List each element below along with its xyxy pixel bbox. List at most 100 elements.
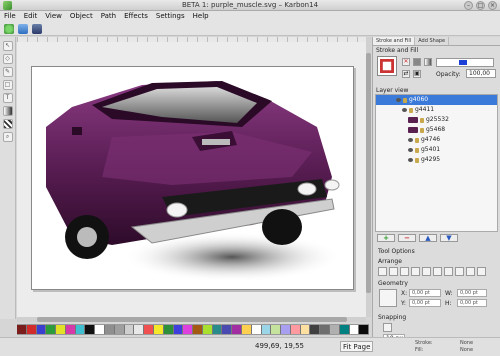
layer-item-g4295[interactable]: g4295 <box>376 155 497 165</box>
palette-swatch[interactable] <box>163 325 174 334</box>
align-top-icon[interactable] <box>411 267 420 276</box>
palette-swatch[interactable] <box>75 325 86 334</box>
palette-swatch[interactable] <box>349 325 360 334</box>
palette-swatch[interactable] <box>251 325 262 334</box>
palette-swatch[interactable] <box>310 325 321 334</box>
zoom-selector[interactable]: Fit Page <box>340 341 374 352</box>
new-document-icon[interactable] <box>4 24 14 34</box>
palette-swatch[interactable] <box>65 325 76 334</box>
vertical-scroll-thumb[interactable] <box>366 53 371 293</box>
lower-icon[interactable] <box>466 267 475 276</box>
horizontal-scrollbar[interactable] <box>17 317 366 322</box>
raise-layer-button[interactable]: ▲ <box>419 234 437 242</box>
lower-layer-button[interactable]: ▼ <box>440 234 458 242</box>
lock-icon[interactable] <box>415 147 419 153</box>
layer-item-g5468[interactable]: g5468 <box>376 125 497 135</box>
align-middle-icon[interactable] <box>422 267 431 276</box>
palette-swatch[interactable] <box>330 325 340 334</box>
minimize-button[interactable]: – <box>464 1 473 10</box>
anchor-selector[interactable] <box>379 289 397 307</box>
layer-item-g4411[interactable]: g4411 <box>376 105 497 115</box>
remove-layer-button[interactable]: − <box>398 234 416 242</box>
stroke-fill-preview[interactable] <box>377 56 397 76</box>
align-left-icon[interactable] <box>378 267 387 276</box>
menu-object[interactable]: Object <box>70 11 93 22</box>
opacity-input[interactable]: 100,00 <box>466 69 496 78</box>
y-field[interactable]: 0,00 pt <box>409 299 441 307</box>
palette-swatch[interactable] <box>56 325 66 334</box>
add-layer-button[interactable]: + <box>377 234 395 242</box>
palette-swatch[interactable] <box>281 325 291 334</box>
palette-swatch[interactable] <box>193 325 203 334</box>
horizontal-scroll-thumb[interactable] <box>37 317 347 322</box>
menu-view[interactable]: View <box>45 11 62 22</box>
no-fill-icon[interactable]: ✕ <box>402 58 410 66</box>
snap-toggle-icon[interactable] <box>383 323 392 332</box>
palette-swatch[interactable] <box>271 325 282 334</box>
lock-icon[interactable] <box>415 137 419 143</box>
palette-swatch[interactable] <box>95 325 106 334</box>
tab-stroke-and-fill[interactable]: Stroke and Fill <box>373 37 416 45</box>
menu-path[interactable]: Path <box>101 11 116 22</box>
pattern-tool-icon[interactable] <box>2 119 13 129</box>
solid-fill-icon[interactable] <box>413 58 421 66</box>
layer-item-g5401[interactable]: g5401 <box>376 145 497 155</box>
x-field[interactable]: 0,00 pt <box>409 289 441 297</box>
palette-swatch[interactable] <box>212 325 223 334</box>
open-folder-icon[interactable] <box>18 24 28 34</box>
palette-swatch[interactable] <box>36 325 47 334</box>
text-tool-icon[interactable]: T <box>2 93 13 103</box>
menu-settings[interactable]: Settings <box>156 11 185 22</box>
close-button[interactable]: × <box>488 1 497 10</box>
bring-to-front-icon[interactable] <box>444 267 453 276</box>
align-center-icon[interactable] <box>389 267 398 276</box>
lock-icon[interactable] <box>420 117 424 123</box>
layer-item-g4060[interactable]: g4060 <box>376 95 497 105</box>
send-to-back-icon[interactable] <box>477 267 486 276</box>
lock-icon[interactable] <box>420 127 424 133</box>
visibility-eye-icon[interactable] <box>396 98 401 102</box>
maximize-button[interactable]: □ <box>476 1 485 10</box>
gradient-fill-icon[interactable] <box>424 58 432 66</box>
palette-swatch[interactable] <box>114 325 125 334</box>
layer-item-g25532[interactable]: g25532 <box>376 115 497 125</box>
menu-effects[interactable]: Effects <box>124 11 148 22</box>
h-field[interactable]: 0,00 pt <box>457 299 487 307</box>
w-field[interactable]: 0,00 pt <box>457 289 487 297</box>
palette-swatch[interactable] <box>320 325 330 334</box>
palette-swatch[interactable] <box>339 325 350 334</box>
align-bottom-icon[interactable] <box>433 267 442 276</box>
palette-swatch[interactable] <box>173 325 184 334</box>
palette-swatch[interactable] <box>261 325 272 334</box>
palette-swatch[interactable] <box>85 325 96 334</box>
palette-swatch[interactable] <box>26 325 37 334</box>
vertical-scrollbar[interactable] <box>366 37 371 317</box>
menu-help[interactable]: Help <box>193 11 209 22</box>
palette-swatch[interactable] <box>222 325 233 334</box>
palette-swatch[interactable] <box>124 325 135 334</box>
menu-file[interactable]: File <box>4 11 16 22</box>
visibility-eye-icon[interactable] <box>408 158 413 162</box>
visibility-eye-icon[interactable] <box>408 138 413 142</box>
palette-swatch[interactable] <box>17 325 27 334</box>
node-edit-tool-icon[interactable]: ◇ <box>2 54 13 64</box>
palette-swatch[interactable] <box>232 325 242 334</box>
pencil-tool-icon[interactable]: ✎ <box>2 67 13 77</box>
palette-swatch[interactable] <box>134 325 145 334</box>
palette-swatch[interactable] <box>46 325 57 334</box>
palette-swatch[interactable] <box>300 325 311 334</box>
palette-swatch[interactable] <box>144 325 154 334</box>
palette-swatch[interactable] <box>290 325 301 334</box>
document-page[interactable] <box>31 66 354 290</box>
palette-swatch[interactable] <box>202 325 213 334</box>
tab-add-shape[interactable]: Add Shape <box>415 37 450 45</box>
visibility-eye-icon[interactable] <box>402 108 407 112</box>
palette-swatch[interactable] <box>359 325 370 334</box>
save-icon[interactable] <box>32 24 42 34</box>
reset-colors-icon[interactable]: ▣ <box>413 70 421 78</box>
zoom-tool-icon[interactable]: ⌕ <box>2 132 13 142</box>
select-tool-icon[interactable]: ↖ <box>2 41 13 51</box>
menu-edit[interactable]: Edit <box>24 11 38 22</box>
raise-icon[interactable] <box>455 267 464 276</box>
align-right-icon[interactable] <box>400 267 409 276</box>
